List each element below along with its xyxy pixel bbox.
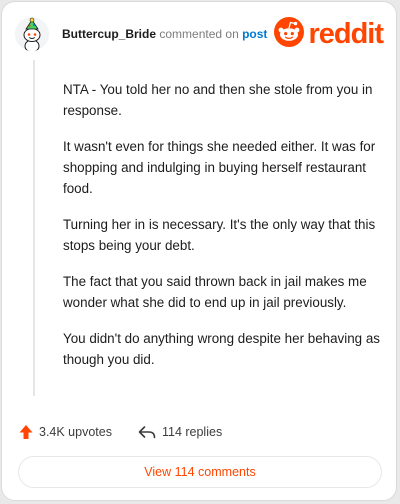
upvotes-count: 3.4K upvotes — [39, 425, 112, 439]
replies-count: 114 replies — [161, 425, 223, 439]
comment-paragraph: The fact that you said thrown back in ja… — [63, 274, 367, 310]
comment-meta: Buttercup_Bride commented on post — [62, 27, 267, 41]
comment-actions: 3.4K upvotes 114 replies — [19, 422, 222, 442]
username-link[interactable]: Buttercup_Bride — [62, 27, 156, 41]
comment-paragraph: It wasn't even for things she needed eit… — [63, 139, 376, 196]
reddit-snoo-icon — [274, 16, 305, 52]
snoo-avatar-icon[interactable] — [15, 17, 49, 51]
comment-card: Buttercup_Bride commented on post reddit — [1, 1, 397, 501]
upvote-button[interactable]: 3.4K upvotes — [19, 424, 112, 440]
upvote-arrow-icon — [19, 424, 33, 440]
comment-paragraph: You didn't do anything wrong despite her… — [63, 331, 380, 367]
reddit-logo[interactable]: reddit — [274, 16, 384, 52]
comment-header: Buttercup_Bride commented on post reddit — [15, 15, 384, 53]
thread-line[interactable] — [33, 60, 35, 396]
post-link[interactable]: post — [242, 27, 267, 41]
comment-body: NTA - You told her no and then she stole… — [63, 79, 381, 385]
comment-paragraph: NTA - You told her no and then she stole… — [63, 82, 373, 118]
comment-paragraph: Turning her in is necessary. It's the on… — [63, 217, 376, 253]
reply-arrow-icon — [138, 425, 156, 439]
view-comments-button[interactable]: View 114 comments — [18, 456, 382, 488]
replies-button[interactable]: 114 replies — [138, 425, 222, 439]
commented-on-text: commented on — [159, 27, 239, 41]
reddit-wordmark: reddit — [308, 18, 384, 50]
